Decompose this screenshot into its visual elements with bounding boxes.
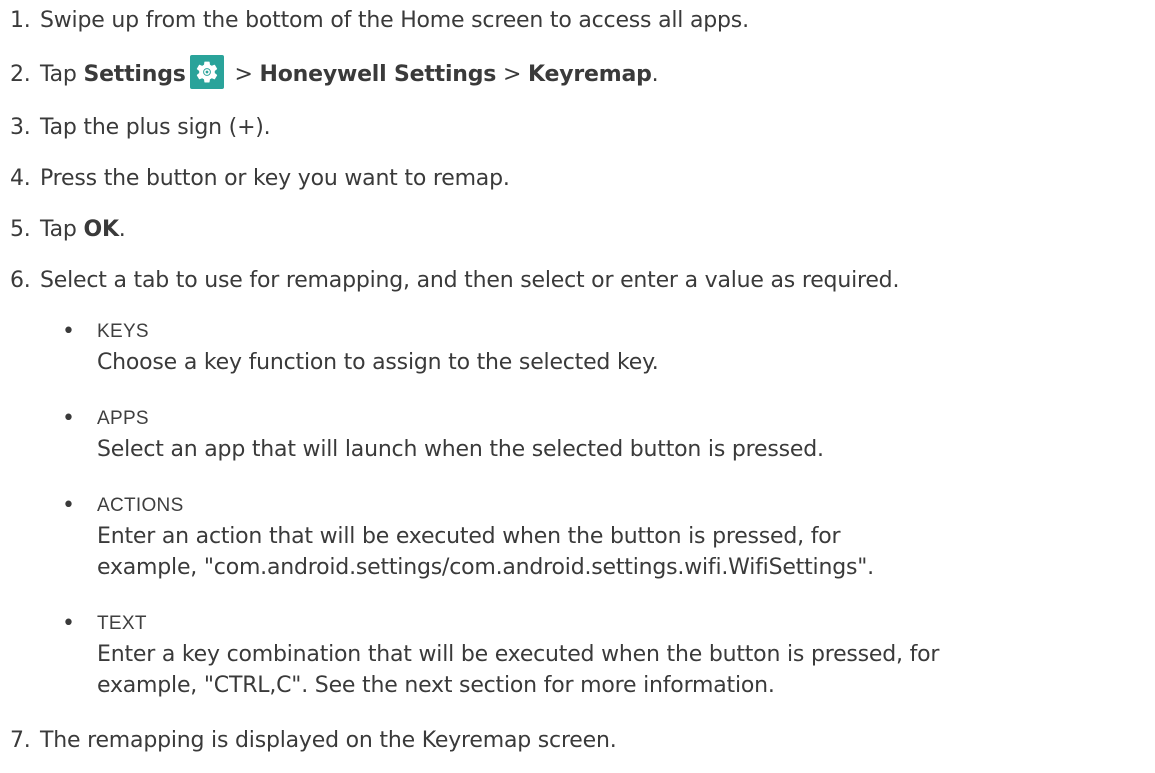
honeywell-settings-label: Honeywell Settings — [259, 62, 497, 87]
bullet: • — [62, 611, 75, 636]
instructions-page: 1. Swipe up from the bottom of the Home s… — [0, 0, 1155, 773]
step-4: 4. Press the button or key you want to re… — [10, 164, 510, 194]
option-desc-actions-line-1: Enter an action that will be executed wh… — [97, 524, 841, 549]
step-text-prefix: Tap — [40, 217, 84, 242]
step-number: 4. — [10, 166, 31, 191]
step-number: 3. — [10, 115, 31, 140]
step-text-end: . — [651, 62, 659, 87]
option-desc-keys: Choose a key function to assign to the s… — [97, 350, 659, 375]
breadcrumb-separator: > — [227, 62, 260, 87]
settings-label: Settings — [83, 62, 186, 87]
step-number: 1. — [10, 8, 31, 33]
step-number: 2. — [10, 62, 31, 87]
option-term-text: TEXT — [97, 613, 147, 634]
step-1: 1. Swipe up from the bottom of the Home s… — [10, 6, 749, 36]
step-text-end: . — [118, 217, 126, 242]
step-text: Press the button or key you want to rema… — [40, 166, 510, 191]
step-text: The remapping is displayed on the Keyrem… — [40, 728, 617, 753]
step-5: 5. Tap OK. — [10, 215, 126, 245]
step-text: Tap the plus sign (+). — [40, 115, 271, 140]
step-text-prefix: Tap — [40, 62, 84, 87]
ok-label: OK — [83, 217, 119, 242]
option-desc-actions-line-2: example, "com.android.settings/com.andro… — [97, 555, 874, 580]
step-2: 2. Tap Settings > Honeywell Settings > Ke… — [10, 55, 659, 90]
option-desc-text-line-1: Enter a key combination that will be exe… — [97, 642, 940, 667]
step-7: 7. The remapping is displayed on the Keyr… — [10, 726, 617, 756]
option-term-actions: ACTIONS — [97, 495, 184, 516]
step-number: 5. — [10, 217, 31, 242]
step-number: 7. — [10, 728, 31, 753]
bullet: • — [62, 493, 75, 518]
option-desc-apps: Select an app that will launch when the … — [97, 437, 824, 462]
option-term-apps: APPS — [97, 408, 149, 429]
breadcrumb-separator: > — [496, 62, 529, 87]
settings-gear-icon — [189, 55, 224, 89]
bullet: • — [62, 319, 75, 344]
bullet: • — [62, 406, 75, 431]
step-6: 6. Select a tab to use for remapping, and… — [10, 266, 899, 296]
option-desc-text-line-2: example, "CTRL,C". See the next section … — [97, 673, 775, 698]
step-text: Select a tab to use for remapping, and t… — [40, 268, 900, 293]
keyremap-label: Keyremap — [528, 62, 652, 87]
step-3: 3. Tap the plus sign (+). — [10, 113, 271, 143]
step-number: 6. — [10, 268, 31, 293]
step-text: Swipe up from the bottom of the Home scr… — [40, 8, 749, 33]
option-term-keys: KEYS — [97, 321, 149, 342]
